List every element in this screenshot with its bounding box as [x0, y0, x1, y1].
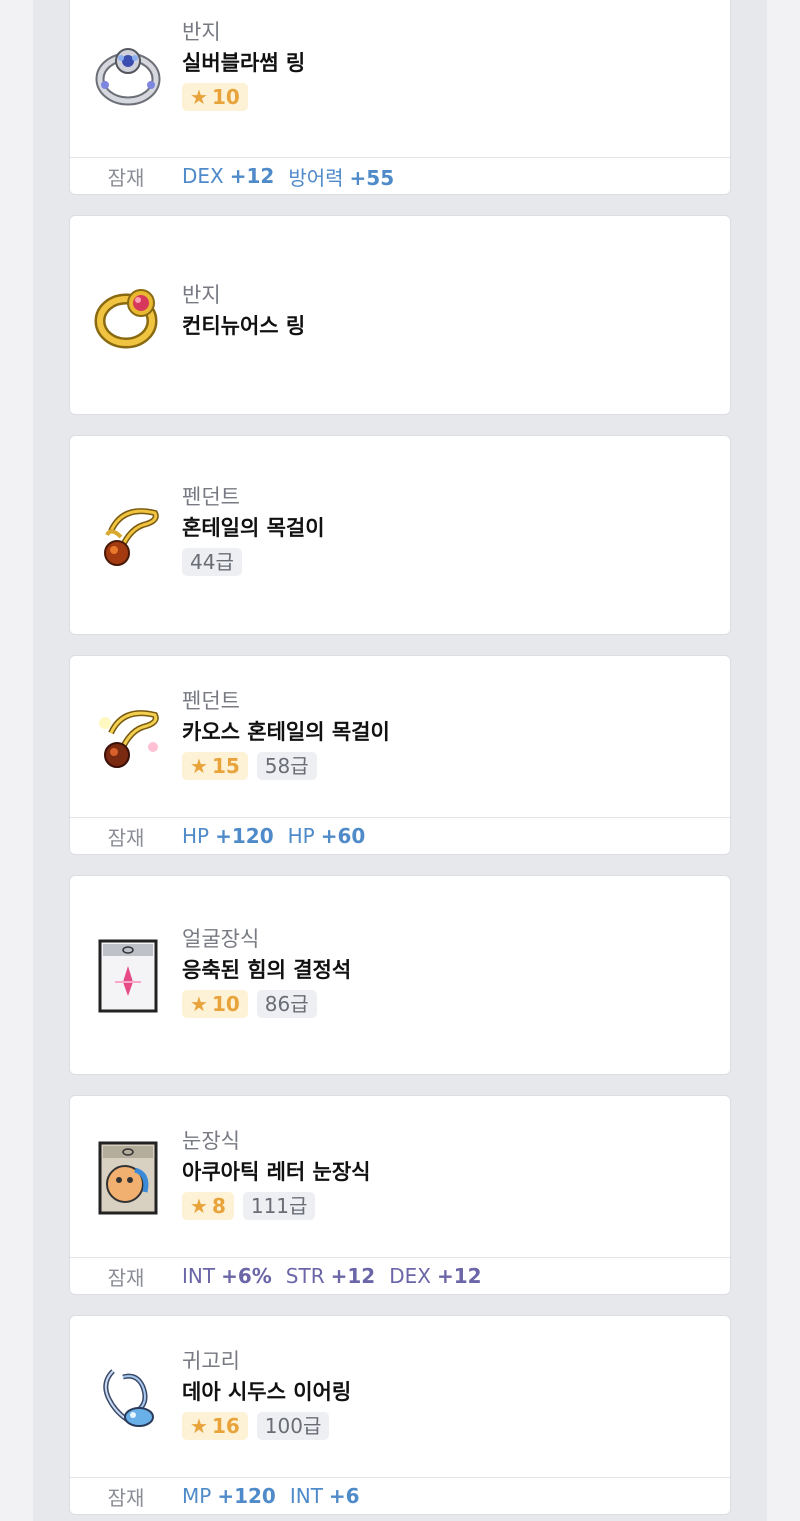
continuous-ring-icon: [92, 280, 164, 352]
item-category: 펜던트: [182, 485, 240, 509]
item-card[interactable]: 펜던트 혼테일의 목걸이 44급: [69, 435, 731, 635]
silver-blossom-ring-icon: [92, 40, 164, 112]
item-card[interactable]: 반지 컨티뉴어스 링: [69, 215, 731, 415]
item-name: 컨티뉴어스 링: [182, 314, 306, 338]
potential-option: HP +120: [182, 824, 274, 848]
item-card[interactable]: 반지 실버블라썸 링 ★ 10 잠재 DEX +12 방어력 +55: [69, 0, 731, 195]
potential-option: DEX +12: [182, 164, 275, 188]
grade-badge: 58급: [256, 752, 317, 780]
grade-badge: 100급: [256, 1412, 330, 1440]
chaos-horntail-necklace-icon: [92, 702, 164, 774]
potential-label: 잠재: [107, 165, 145, 190]
potential-row: 잠재 INT +6% STR +12 DEX +12: [70, 1257, 730, 1294]
star-force-badge: ★ 8: [182, 1192, 234, 1220]
star-force-badge: ★ 10: [182, 83, 248, 111]
potential-option: STR +12: [285, 1264, 376, 1288]
condensed-power-crystal-icon: [92, 939, 164, 1012]
potential-row: 잠재 MP +120 INT +6: [70, 1477, 730, 1514]
item-category: 반지: [182, 20, 221, 44]
item-category: 눈장식: [182, 1129, 240, 1153]
potential-option: HP +60: [287, 824, 366, 848]
item-card-main: 펜던트 카오스 혼테일의 목걸이 ★ 15 58급: [70, 656, 730, 819]
horntail-necklace-icon: [92, 500, 164, 572]
item-name: 혼테일의 목걸이: [182, 516, 325, 540]
star-force-badge: ★ 10: [182, 990, 248, 1018]
item-name: 아쿠아틱 레터 눈장식: [182, 1160, 371, 1184]
potential-label: 잠재: [107, 1485, 145, 1510]
item-card[interactable]: 눈장식 아쿠아틱 레터 눈장식 ★ 8 111급 잠재 INT +6% STR +12…: [69, 1095, 731, 1295]
item-card-main: 눈장식 아쿠아틱 레터 눈장식 ★ 8 111급: [70, 1096, 730, 1259]
potential-option: DEX +12: [389, 1264, 482, 1288]
item-card-main: 펜던트 혼테일의 목걸이 44급: [70, 436, 730, 634]
item-name: 데아 시두스 이어링: [182, 1380, 352, 1404]
potential-option: MP +120: [182, 1484, 276, 1508]
potential-option: 방어력 +55: [288, 165, 395, 190]
potential-label: 잠재: [107, 1265, 145, 1290]
grade-badge: 111급: [242, 1192, 316, 1220]
item-card[interactable]: 펜던트 카오스 혼테일의 목걸이 ★ 15 58급 잠재 HP +120 HP +60: [69, 655, 731, 855]
item-card-main: 반지 컨티뉴어스 링: [70, 216, 730, 414]
item-name: 실버블라썸 링: [182, 51, 306, 75]
star-icon: ★: [190, 992, 208, 1016]
star-icon: ★: [190, 1414, 208, 1438]
item-category: 귀고리: [182, 1349, 240, 1373]
item-card-main: 반지 실버블라썸 링 ★ 10: [70, 0, 730, 155]
item-category: 반지: [182, 283, 221, 307]
item-category: 펜던트: [182, 689, 240, 713]
star-icon: ★: [190, 1194, 208, 1218]
item-category: 얼굴장식: [182, 927, 260, 951]
star-force-badge: ★ 15: [182, 752, 248, 780]
item-name: 응축된 힘의 결정석: [182, 958, 352, 982]
item-name: 카오스 혼테일의 목걸이: [182, 720, 390, 744]
potential-row: 잠재 HP +120 HP +60: [70, 817, 730, 854]
item-card-main: 귀고리 데아 시두스 이어링 ★ 16 100급: [70, 1316, 730, 1479]
star-icon: ★: [190, 85, 208, 109]
grade-badge: 44급: [182, 548, 242, 576]
item-card[interactable]: 귀고리 데아 시두스 이어링 ★ 16 100급 잠재 MP +120 INT +6: [69, 1315, 731, 1515]
aquatic-letter-eye-accessory-icon: [92, 1141, 164, 1214]
star-force-badge: ★ 16: [182, 1412, 248, 1440]
item-card[interactable]: 얼굴장식 응축된 힘의 결정석 ★ 10 86급: [69, 875, 731, 1075]
potential-label: 잠재: [107, 825, 145, 850]
potential-row: 잠재 DEX +12 방어력 +55: [70, 157, 730, 194]
dea-sidus-earring-icon: [92, 1362, 164, 1434]
grade-badge: 86급: [256, 990, 317, 1018]
star-icon: ★: [190, 754, 208, 778]
potential-option: INT +6%: [182, 1264, 272, 1288]
item-card-main: 얼굴장식 응축된 힘의 결정석 ★ 10 86급: [70, 876, 730, 1074]
potential-option: INT +6: [289, 1484, 360, 1508]
